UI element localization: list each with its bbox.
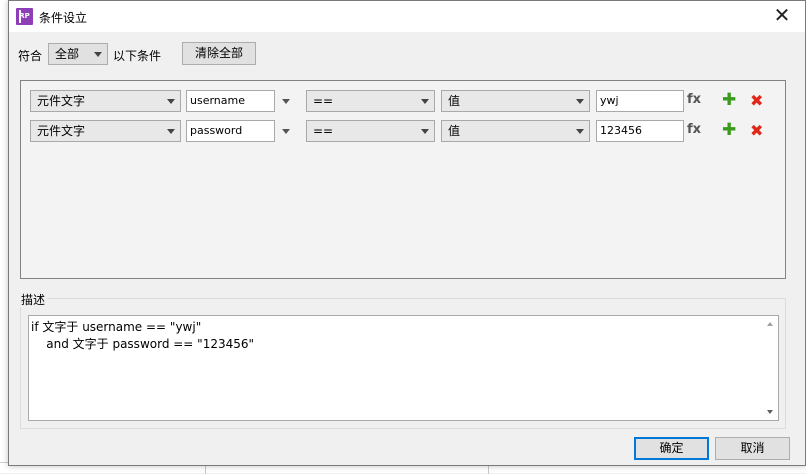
- chevron-down-icon: [576, 99, 584, 104]
- add-condition-icon[interactable]: ✚: [722, 92, 736, 109]
- target-dropdown-icon[interactable]: [282, 129, 290, 134]
- chevron-down-icon: [167, 99, 175, 104]
- chevron-down-icon: [167, 129, 175, 134]
- condition-type-select[interactable]: 元件文字: [30, 90, 181, 112]
- condition-operator-select[interactable]: ==: [306, 90, 435, 112]
- scroll-up-icon[interactable]: [767, 322, 773, 326]
- rp-logo-icon: RP: [16, 8, 33, 25]
- target-dropdown-icon[interactable]: [282, 99, 290, 104]
- match-suffix-label: 以下条件: [113, 49, 162, 63]
- condition-value-field[interactable]: 123456: [596, 120, 684, 142]
- delete-condition-icon[interactable]: ✖: [750, 92, 763, 109]
- clear-all-button[interactable]: 清除全部: [182, 42, 256, 65]
- description-line: if 文字于 username == "ywj": [31, 320, 202, 334]
- condition-target-field[interactable]: username: [186, 90, 275, 112]
- condition-value-field[interactable]: ywj: [596, 90, 684, 112]
- description-scrollbar[interactable]: [763, 316, 778, 420]
- condition-row: 元件文字 password == 值 123456 fx ✚ ✖: [21, 120, 785, 142]
- close-button[interactable]: ✕: [759, 1, 805, 32]
- condition-value-type-select[interactable]: 值: [441, 90, 590, 112]
- condition-value-type-select[interactable]: 值: [441, 120, 590, 142]
- condition-dialog: RP 条件设立 ✕ 符合 全部 以下条件 清除全部 元件文字 username …: [8, 0, 806, 466]
- condition-type-select[interactable]: 元件文字: [30, 120, 181, 142]
- description-label: 描述: [19, 291, 48, 308]
- chevron-down-icon: [421, 129, 429, 134]
- condition-list: 元件文字 username == 值 ywj fx ✚ ✖ 元件文字 passw…: [20, 80, 786, 279]
- match-mode-select[interactable]: 全部: [48, 43, 108, 65]
- cancel-button[interactable]: 取消: [715, 437, 790, 460]
- description-textarea[interactable]: if 文字于 username == "ywj" and 文字于 passwor…: [28, 315, 779, 421]
- condition-row: 元件文字 username == 值 ywj fx ✚ ✖: [21, 90, 785, 112]
- chevron-down-icon: [421, 99, 429, 104]
- fx-icon[interactable]: fx: [687, 122, 701, 137]
- match-mode-value: 全部: [55, 47, 80, 61]
- window-title: 条件设立: [39, 11, 88, 25]
- title-bar: RP 条件设立 ✕: [9, 1, 805, 32]
- condition-target-field[interactable]: password: [186, 120, 275, 142]
- scroll-down-icon[interactable]: [767, 410, 773, 414]
- delete-condition-icon[interactable]: ✖: [750, 122, 763, 139]
- description-line: and 文字于 password == "123456": [31, 337, 255, 351]
- ok-button[interactable]: 确定: [634, 437, 709, 460]
- add-condition-icon[interactable]: ✚: [722, 122, 736, 139]
- condition-operator-select[interactable]: ==: [306, 120, 435, 142]
- match-prefix-label: 符合: [18, 49, 43, 63]
- chevron-down-icon: [94, 52, 102, 57]
- chevron-down-icon: [576, 129, 584, 134]
- fx-icon[interactable]: fx: [687, 92, 701, 107]
